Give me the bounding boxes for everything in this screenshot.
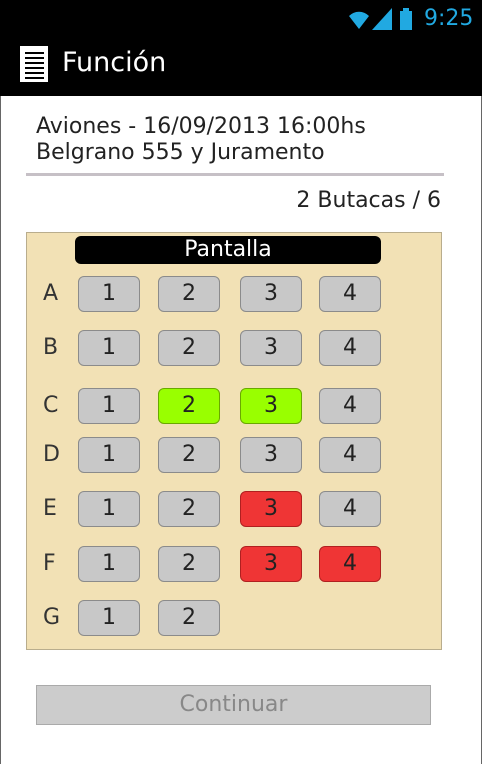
seat-g1[interactable]: 1 [78, 600, 140, 636]
divider [26, 173, 444, 176]
seat-f2[interactable]: 2 [158, 546, 220, 582]
seat-d2[interactable]: 2 [158, 437, 220, 473]
seat-c1[interactable]: 1 [78, 388, 140, 424]
row-label: B [43, 335, 59, 360]
seat-a3[interactable]: 3 [240, 276, 302, 312]
wifi-icon [349, 11, 369, 29]
status-bar: 9:25 [0, 0, 482, 36]
menu-icon[interactable] [20, 46, 48, 82]
seat-b4[interactable]: 4 [319, 330, 381, 366]
screen-label: Pantalla [75, 236, 381, 264]
seat-c3[interactable]: 3 [240, 388, 302, 424]
continue-button[interactable]: Continuar [36, 685, 431, 725]
event-title: Aviones - 16/09/2013 16:00hs [36, 114, 366, 139]
seat-a1[interactable]: 1 [78, 276, 140, 312]
seat-b1[interactable]: 1 [78, 330, 140, 366]
seat-b2[interactable]: 2 [158, 330, 220, 366]
seat-e2[interactable]: 2 [158, 491, 220, 527]
row-label: C [43, 393, 59, 418]
seat-f1[interactable]: 1 [78, 546, 140, 582]
row-label: F [43, 551, 56, 576]
seat-f4[interactable]: 4 [319, 546, 381, 582]
seat-d1[interactable]: 1 [78, 437, 140, 473]
app-bar: Función [0, 36, 482, 96]
event-address: Belgrano 555 y Juramento [36, 140, 325, 165]
row-label: D [43, 442, 60, 467]
row-label: A [43, 281, 59, 306]
seat-d4[interactable]: 4 [319, 437, 381, 473]
seat-e1[interactable]: 1 [78, 491, 140, 527]
seat-a4[interactable]: 4 [319, 276, 381, 312]
seat-a2[interactable]: 2 [158, 276, 220, 312]
row-label: E [43, 496, 57, 521]
clock: 9:25 [424, 6, 474, 31]
signal-icon [372, 8, 392, 30]
battery-icon [400, 8, 412, 30]
seat-map: Pantalla A1234B1234C1234D1234E1234F1234G… [26, 232, 442, 650]
seat-g2[interactable]: 2 [158, 600, 220, 636]
seat-e3[interactable]: 3 [240, 491, 302, 527]
row-label: G [43, 605, 61, 630]
seat-d3[interactable]: 3 [240, 437, 302, 473]
seat-count: 2 Butacas / 6 [296, 188, 441, 213]
seat-e4[interactable]: 4 [319, 491, 381, 527]
app-title: Función [62, 47, 167, 78]
left-border [0, 96, 1, 764]
seat-c2[interactable]: 2 [158, 388, 220, 424]
seat-f3[interactable]: 3 [240, 546, 302, 582]
seat-b3[interactable]: 3 [240, 330, 302, 366]
seat-c4[interactable]: 4 [319, 388, 381, 424]
